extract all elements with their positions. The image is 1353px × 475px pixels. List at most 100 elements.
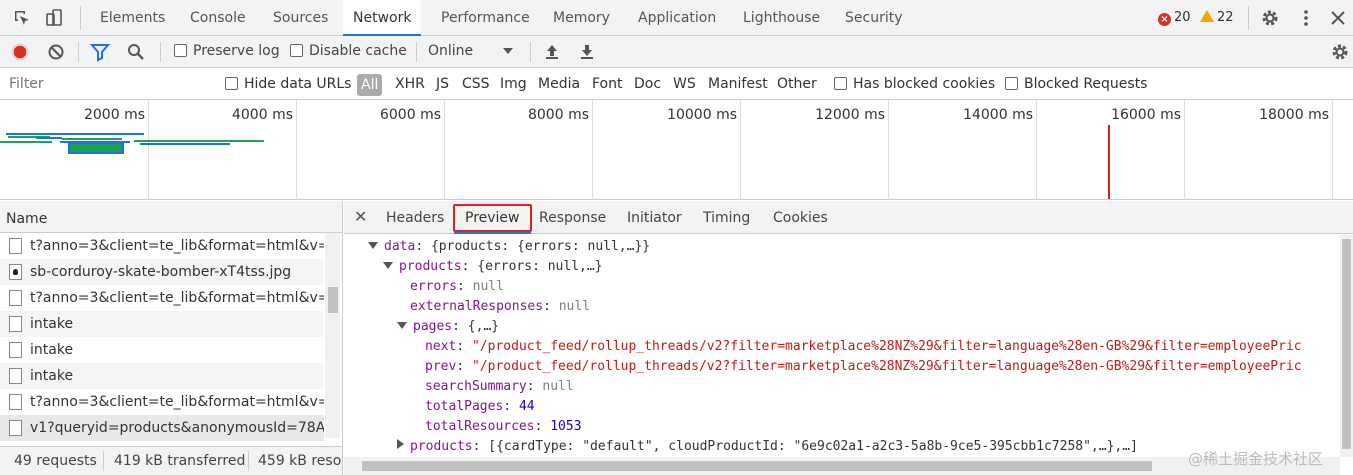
checkbox-box[interactable] xyxy=(225,77,238,90)
tree-node-errors: errors: null xyxy=(410,279,504,294)
filter-other[interactable]: Other xyxy=(777,76,817,92)
filter-img[interactable]: Img xyxy=(500,76,527,92)
tab-response[interactable]: Response xyxy=(539,210,606,226)
timeline-gridline xyxy=(444,100,445,200)
scrollbar-thumb[interactable] xyxy=(362,461,1152,471)
export-har-icon[interactable] xyxy=(577,42,597,66)
expand-arrow-icon[interactable] xyxy=(383,262,393,269)
tab-network[interactable]: Network xyxy=(343,0,422,36)
tab-console[interactable]: Console xyxy=(180,0,256,36)
filter-input[interactable] xyxy=(4,72,210,96)
close-icon[interactable]: ✕ xyxy=(354,207,367,226)
tree-node-products-array[interactable]: products: [{cardType: "default", cloudPr… xyxy=(397,437,1138,457)
filter-ws[interactable]: WS xyxy=(673,76,696,92)
preserve-log-checkbox[interactable]: Preserve log xyxy=(174,43,280,59)
tab-performance[interactable]: Performance xyxy=(431,0,540,36)
name-column-header[interactable]: Name xyxy=(0,201,342,233)
blocked-requests-label: Blocked Requests xyxy=(1024,76,1148,92)
record-icon[interactable] xyxy=(10,42,30,66)
tab-application[interactable]: Application xyxy=(628,0,726,36)
tree-node-prev: prev: "/product_feed/rollup_threads/v2?f… xyxy=(425,359,1302,374)
hide-data-urls-checkbox[interactable]: Hide data URLs xyxy=(225,76,351,92)
request-row[interactable]: sb-corduroy-skate-bomber-xT4tss.jpg xyxy=(0,259,324,285)
document-icon xyxy=(9,368,22,384)
search-icon[interactable] xyxy=(126,42,146,66)
tab-timing[interactable]: Timing xyxy=(703,210,750,226)
tab-initiator[interactable]: Initiator xyxy=(627,210,682,226)
checkbox-box[interactable] xyxy=(174,44,187,57)
timeline-gridline xyxy=(888,100,889,200)
tab-lighthouse[interactable]: Lighthouse xyxy=(733,0,830,36)
tab-elements[interactable]: Elements xyxy=(90,0,175,36)
tab-security[interactable]: Security xyxy=(835,0,913,36)
timeline-gridline xyxy=(1036,100,1037,200)
preview-vertical-scrollbar[interactable] xyxy=(1340,235,1353,457)
has-blocked-cookies-label: Has blocked cookies xyxy=(853,76,996,92)
tab-cookies[interactable]: Cookies xyxy=(773,210,828,226)
checkbox-box[interactable] xyxy=(834,77,847,90)
filter-media[interactable]: Media xyxy=(538,76,580,92)
tab-memory[interactable]: Memory xyxy=(543,0,620,36)
scrollbar-thumb[interactable] xyxy=(1342,239,1351,449)
document-icon xyxy=(9,238,22,254)
warning-icon xyxy=(1200,10,1214,22)
timeline-tick-label: 10000 ms xyxy=(667,107,737,123)
disable-cache-checkbox[interactable]: Disable cache xyxy=(290,43,407,59)
expand-arrow-icon[interactable] xyxy=(397,322,407,329)
tree-node-products[interactable]: products: {errors: null,…} xyxy=(383,257,603,277)
filter-icon[interactable] xyxy=(89,42,111,66)
inspect-element-icon[interactable] xyxy=(12,8,32,28)
clear-icon[interactable] xyxy=(46,42,66,66)
filter-bar: Hide data URLs All XHR JS CSS Img Media … xyxy=(0,68,1353,100)
checkbox-box[interactable] xyxy=(1005,77,1018,90)
request-row-selected[interactable]: v1?queryid=products&anonymousId=78AEF xyxy=(0,415,324,441)
settings-gear-icon[interactable] xyxy=(1260,8,1280,32)
document-icon xyxy=(9,342,22,358)
request-row[interactable]: intake xyxy=(0,337,324,363)
collapse-arrow-icon[interactable] xyxy=(397,439,404,449)
filter-xhr[interactable]: XHR xyxy=(395,76,425,92)
throttling-select[interactable]: Online xyxy=(428,43,473,59)
filter-css[interactable]: CSS xyxy=(462,76,490,92)
tree-node-data[interactable]: data: {products: {errors: null,…}} xyxy=(368,237,650,257)
has-blocked-cookies-checkbox[interactable]: Has blocked cookies xyxy=(834,76,995,92)
timeline-tick-label: 18000 ms xyxy=(1259,107,1329,123)
tree-node-search-summary: searchSummary: null xyxy=(425,379,574,394)
request-row[interactable]: t?anno=3&client=te_lib&format=html&v=1. xyxy=(0,233,324,259)
device-toggle-icon[interactable] xyxy=(44,8,64,28)
more-options-icon[interactable] xyxy=(1296,8,1316,32)
timeline-tick-label: 6000 ms xyxy=(379,107,441,123)
network-settings-gear-icon[interactable] xyxy=(1330,42,1350,66)
checkbox-box[interactable] xyxy=(290,44,303,57)
request-row[interactable]: intake xyxy=(0,363,324,389)
tab-preview[interactable]: Preview xyxy=(465,210,520,226)
timeline-tick-label: 4000 ms xyxy=(231,107,293,123)
timeline-gridline xyxy=(1184,100,1185,200)
tab-headers[interactable]: Headers xyxy=(386,210,444,226)
request-row[interactable]: intake xyxy=(0,311,324,337)
tree-node-total-pages: totalPages: 44 xyxy=(425,399,535,414)
network-summary-bar: 49 requests 419 kB transferred 459 kB re… xyxy=(0,446,342,475)
blocked-requests-checkbox[interactable]: Blocked Requests xyxy=(1005,76,1147,92)
chevron-down-icon[interactable] xyxy=(502,45,514,61)
filter-js[interactable]: JS xyxy=(436,76,449,92)
name-column-label: Name xyxy=(6,211,48,227)
expand-arrow-icon[interactable] xyxy=(368,242,378,249)
request-row[interactable]: t?anno=3&client=te_lib&format=html&v=1. xyxy=(0,285,324,311)
filter-doc[interactable]: Doc xyxy=(634,76,661,92)
filter-manifest[interactable]: Manifest xyxy=(708,76,768,92)
import-har-icon[interactable] xyxy=(542,42,562,66)
warning-count[interactable]: 22 xyxy=(1200,10,1234,25)
timeline-overview[interactable]: 2000 ms 4000 ms 6000 ms 8000 ms 10000 ms… xyxy=(0,100,1353,200)
request-list-scrollbar[interactable] xyxy=(325,233,340,438)
filter-font[interactable]: Font xyxy=(592,76,622,92)
request-row[interactable]: t?anno=3&client=te_lib&format=html&v=1. xyxy=(0,389,324,415)
scrollbar-thumb[interactable] xyxy=(328,287,338,313)
request-name: sb-corduroy-skate-bomber-xT4tss.jpg xyxy=(30,264,292,280)
tree-node-pages[interactable]: pages: {,…} xyxy=(397,317,499,337)
filter-all-button[interactable]: All xyxy=(357,74,383,96)
error-count[interactable]: × 20 xyxy=(1158,10,1191,26)
tab-sources[interactable]: Sources xyxy=(263,0,338,36)
close-icon[interactable] xyxy=(1328,8,1348,32)
network-toolbar: Preserve log Disable cache Online xyxy=(0,36,1353,68)
